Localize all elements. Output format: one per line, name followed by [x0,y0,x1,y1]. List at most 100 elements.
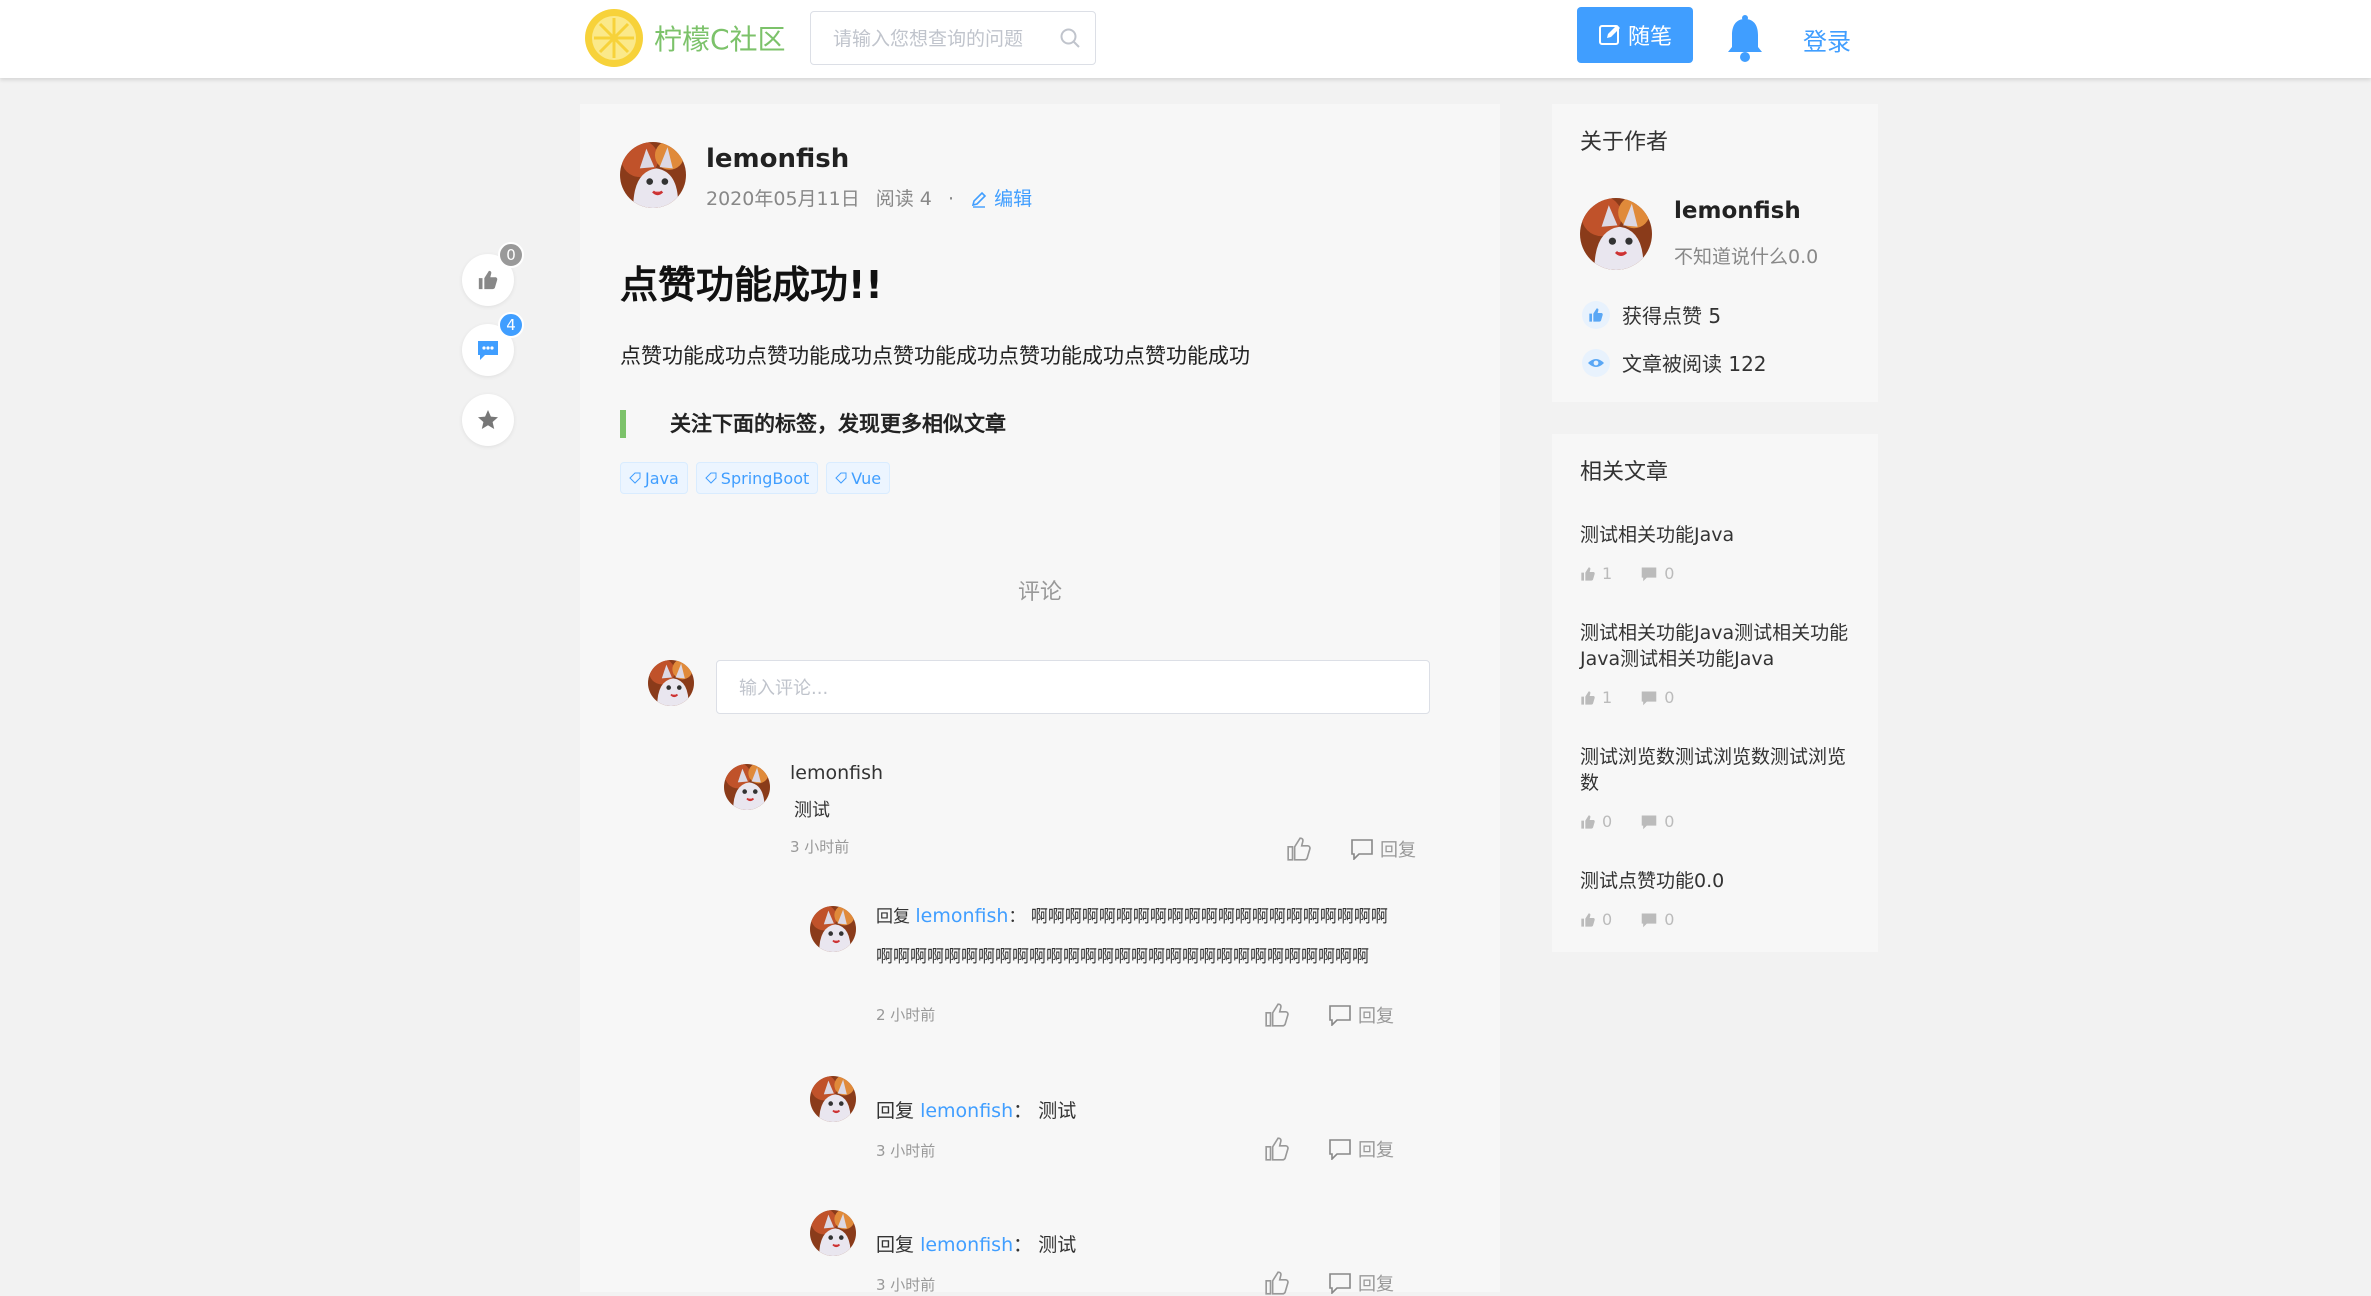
related-article-link[interactable]: 测试相关功能Java [1580,522,1850,548]
author-name[interactable]: lemonfish [706,144,849,174]
reply-target-user[interactable]: lemonfish [915,905,1008,927]
float-like-button[interactable]: 0 [462,242,524,306]
comment-bubble-icon [1641,690,1657,705]
reply-content: 回复 lemonfish： 测试 [876,1230,1076,1257]
author-avatar[interactable] [620,142,686,208]
related-article-link[interactable]: 测试相关功能Java测试相关功能Java测试相关功能Java [1580,620,1850,672]
reply-bubble-icon [1351,839,1373,860]
post-views: 阅读 4 [875,188,932,210]
search-input[interactable] [831,26,1051,52]
related-article-meta: 1 0 [1580,564,1674,583]
reply-avatar[interactable] [810,1210,856,1256]
tag-list: Java SpringBoot Vue [620,462,891,494]
reply-prefix: 回复 [876,1234,915,1256]
edit-label: 编辑 [994,188,1033,210]
post-meta: 2020年05月11日 阅读 4 · 编辑 [706,184,1052,211]
comment-input[interactable] [737,675,1397,701]
comment-bubble-icon [1641,566,1657,581]
pencil-icon [971,191,987,208]
write-note-label: 随笔 [1627,25,1672,50]
reply-label: 回复 [1380,840,1416,861]
related-title: 相关文章 [1580,460,1669,485]
comment-reply-button[interactable]: 回复 [1350,836,1416,862]
post-body: 点赞功能成功点赞功能成功点赞功能成功点赞功能成功点赞功能成功 [620,344,1250,368]
reply-avatar[interactable] [810,906,856,952]
related-comments: 0 [1664,688,1675,707]
author-likes-label: 获得点赞 5 [1622,304,1722,328]
post-title: 点赞功能成功!! [620,263,883,307]
reply-like-icon[interactable] [1264,1136,1290,1162]
reply-label: 回复 [1358,1274,1394,1295]
lemon-logo-icon[interactable] [584,8,644,68]
reply-like-icon[interactable] [1264,1270,1290,1296]
thumbs-up-icon [478,270,498,290]
about-author-card: 关于作者 lemonfish 不知道说什么0.0 获得点赞 5 文章被阅读 12… [1552,104,1878,402]
reply-reply-button[interactable]: 回复 [1328,1136,1394,1162]
related-likes: 0 [1602,812,1613,831]
tag-vue[interactable]: Vue [826,462,891,494]
reply-like-icon[interactable] [1264,1002,1290,1028]
thumbs-up-icon [1581,814,1595,829]
comment-input-box[interactable] [716,660,1430,714]
tag-label: Vue [851,468,882,488]
reply-colon: ： [1013,1234,1033,1256]
thumbs-up-icon [1581,912,1595,927]
author-views-label: 文章被阅读 122 [1622,352,1767,376]
reply-reply-button[interactable]: 回复 [1328,1270,1394,1296]
like-count-badge: 0 [498,242,524,268]
related-article-link[interactable]: 测试浏览数测试浏览数测试浏览数 [1580,744,1850,796]
tag-java[interactable]: Java [620,462,688,494]
reply-content: 回复 lemonfish： 啊啊啊啊啊啊啊啊啊啊啊啊啊啊啊啊啊啊啊啊啊啊啊啊啊啊… [876,896,1396,977]
reply-text: 测试 [1038,1100,1077,1122]
reply-bubble-icon [1329,1273,1351,1294]
comment-bubble-icon [1641,912,1657,927]
reply-label: 回复 [1358,1140,1394,1161]
login-link[interactable]: 登录 [1803,22,1851,57]
comment-author[interactable]: lemonfish [790,762,883,784]
float-comment-button[interactable]: 4 [462,312,524,376]
tag-springboot[interactable]: SpringBoot [695,462,819,494]
related-article-meta: 0 0 [1580,910,1674,929]
comment-like-icon[interactable] [1286,836,1312,862]
thumbs-up-icon [1582,300,1610,329]
related-comments: 0 [1664,910,1675,929]
comment-avatar[interactable] [724,764,770,810]
tag-note: 关注下面的标签，发现更多相似文章 [620,410,1006,438]
write-note-button[interactable]: 随笔 [1577,7,1693,63]
tag-icon [835,472,847,484]
search-icon[interactable] [1059,27,1081,49]
current-user-avatar [648,660,694,706]
reply-text: 测试 [1038,1234,1077,1256]
related-comments: 0 [1664,564,1675,583]
comment-bubble-icon [1641,814,1657,829]
tag-label: SpringBoot [720,468,810,488]
reply-reply-button[interactable]: 回复 [1328,1002,1394,1028]
edit-link[interactable]: 编辑 [970,188,1042,210]
reply-target-user[interactable]: lemonfish [920,1100,1013,1122]
search-box[interactable] [810,11,1096,65]
sidebar-author-name[interactable]: lemonfish [1674,198,1801,224]
reply-bubble-icon [1329,1139,1351,1160]
comment-bubble-icon [478,341,498,360]
related-likes: 1 [1602,564,1613,583]
reply-prefix: 回复 [876,1100,915,1122]
reply-time: 2 小时前 [876,1006,936,1024]
related-article-meta: 1 0 [1580,688,1674,707]
related-article-link[interactable]: 测试点赞功能0.0 [1580,868,1850,894]
top-navbar: 柠檬C社区 随笔 登录 [0,0,2371,78]
float-favorite-button[interactable] [462,394,514,446]
sidebar-author-avatar[interactable] [1580,198,1652,270]
related-likes: 1 [1602,688,1613,707]
related-comments: 0 [1664,812,1675,831]
reply-avatar[interactable] [810,1076,856,1122]
comment-text: 测试 [794,800,830,821]
related-article-meta: 0 0 [1580,812,1674,831]
bell-icon[interactable] [1725,15,1765,63]
post-date: 2020年05月11日 [706,188,860,210]
reply-time: 3 小时前 [876,1142,936,1160]
site-name[interactable]: 柠檬C社区 [654,18,786,58]
reply-prefix: 回复 [876,907,910,927]
reply-target-user[interactable]: lemonfish [920,1234,1013,1256]
comments-title: 评论 [1017,580,1062,605]
tag-icon [705,472,717,484]
